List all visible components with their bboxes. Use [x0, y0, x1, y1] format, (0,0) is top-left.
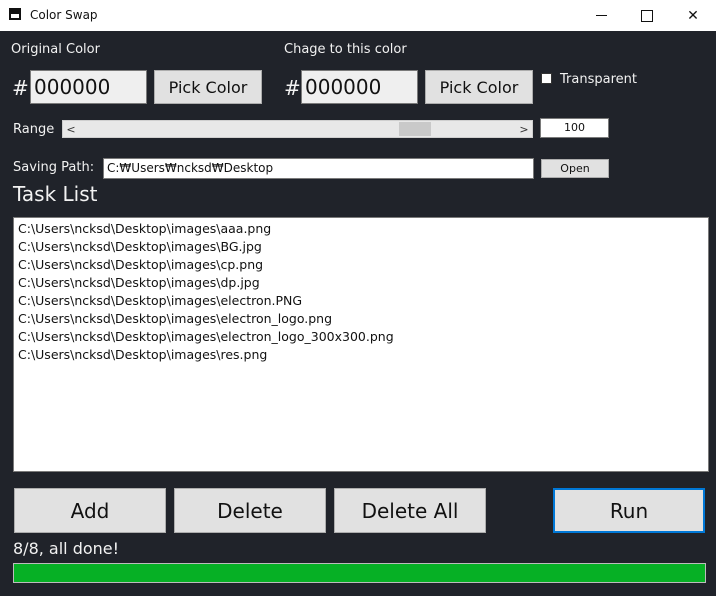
task-list-item[interactable]: C:\Users\ncksd\Desktop\images\res.png	[18, 346, 704, 364]
title-bar: Color Swap ✕	[0, 0, 716, 31]
maximize-icon	[641, 9, 653, 22]
original-hash-label: #	[12, 76, 29, 100]
task-list-item[interactable]: C:\Users\ncksd\Desktop\images\BG.jpg	[18, 238, 704, 256]
task-list-title: Task List	[13, 182, 98, 206]
target-color-label: Chage to this color	[284, 42, 407, 57]
original-color-input[interactable]: 000000	[30, 70, 147, 104]
close-button[interactable]: ✕	[670, 0, 716, 31]
transparent-label: Transparent	[560, 72, 637, 87]
task-list-item[interactable]: C:\Users\ncksd\Desktop\images\electron_l…	[18, 310, 704, 328]
app-window-icon	[9, 8, 21, 20]
task-list-item[interactable]: C:\Users\ncksd\Desktop\images\cp.png	[18, 256, 704, 274]
target-pick-color-button[interactable]: Pick Color	[425, 70, 533, 104]
add-button[interactable]: Add	[14, 488, 166, 533]
run-button[interactable]: Run	[553, 488, 705, 533]
saving-path-label: Saving Path:	[13, 160, 95, 175]
task-list-item[interactable]: C:\Users\ncksd\Desktop\images\electron.P…	[18, 292, 704, 310]
saving-path-input[interactable]: C:₩Users₩ncksd₩Desktop	[103, 158, 534, 179]
task-list-item[interactable]: C:\Users\ncksd\Desktop\images\aaa.png	[18, 220, 704, 238]
minimize-icon	[595, 15, 607, 16]
progress-bar	[13, 563, 706, 583]
range-label: Range	[13, 122, 55, 137]
delete-all-button[interactable]: Delete All	[334, 488, 486, 533]
transparent-checkbox[interactable]	[541, 73, 552, 84]
window-title: Color Swap	[30, 8, 98, 22]
original-color-label: Original Color	[11, 42, 100, 57]
task-list-item[interactable]: C:\Users\ncksd\Desktop\images\dp.jpg	[18, 274, 704, 292]
maximize-button[interactable]	[624, 0, 670, 31]
target-hash-label: #	[284, 76, 301, 100]
target-color-input[interactable]: 000000	[301, 70, 418, 104]
minimize-button[interactable]	[578, 0, 624, 31]
range-scrollbar[interactable]: < >	[62, 120, 533, 138]
open-button[interactable]: Open	[541, 159, 609, 178]
task-list-item[interactable]: C:\Users\ncksd\Desktop\images\electron_l…	[18, 328, 704, 346]
scroll-right-arrow-icon[interactable]: >	[516, 121, 532, 137]
range-value-input[interactable]: 100	[540, 118, 609, 138]
progress-bar-fill	[14, 564, 705, 582]
scroll-left-arrow-icon[interactable]: <	[63, 121, 79, 137]
task-list[interactable]: C:\Users\ncksd\Desktop\images\aaa.png C:…	[13, 217, 709, 472]
original-pick-color-button[interactable]: Pick Color	[154, 70, 262, 104]
close-icon: ✕	[687, 7, 699, 24]
delete-button[interactable]: Delete	[174, 488, 326, 533]
status-text: 8/8, all done!	[13, 539, 120, 558]
range-scroll-thumb[interactable]	[399, 122, 431, 136]
